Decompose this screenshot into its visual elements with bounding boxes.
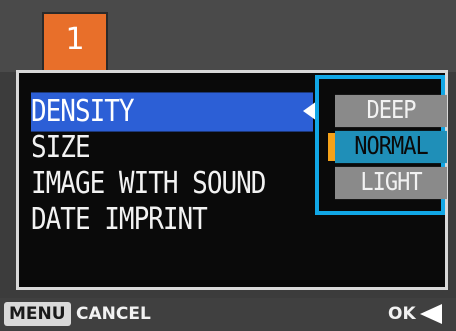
tab-1[interactable]: 1 xyxy=(42,12,108,72)
menu-button[interactable]: MENU xyxy=(4,302,71,326)
menu-item-size[interactable]: SIZE xyxy=(31,128,91,167)
cancel-label: CANCEL xyxy=(76,304,151,324)
options-frame: DEEP NORMAL LIGHT xyxy=(315,75,447,215)
option-light[interactable]: LIGHT xyxy=(335,166,447,200)
bottom-bar: MENU CANCEL OK xyxy=(0,298,456,331)
option-deep[interactable]: DEEP xyxy=(335,94,447,128)
ok-label: OK xyxy=(388,304,416,324)
option-normal[interactable]: NORMAL xyxy=(335,130,447,164)
menu-item-image-with-sound[interactable]: IMAGE WITH SOUND xyxy=(31,164,266,203)
ok-arrow-icon[interactable] xyxy=(420,304,442,324)
current-option-marker xyxy=(328,133,335,161)
menu-item-density[interactable]: DENSITY xyxy=(31,92,313,132)
settings-panel: DENSITY SIZE IMAGE WITH SOUND DATE IMPRI… xyxy=(16,70,448,290)
camera-menu-screen: 1 DENSITY SIZE IMAGE WITH SOUND DATE IMP… xyxy=(0,0,456,331)
menu-item-date-imprint[interactable]: DATE IMPRINT xyxy=(31,200,208,239)
